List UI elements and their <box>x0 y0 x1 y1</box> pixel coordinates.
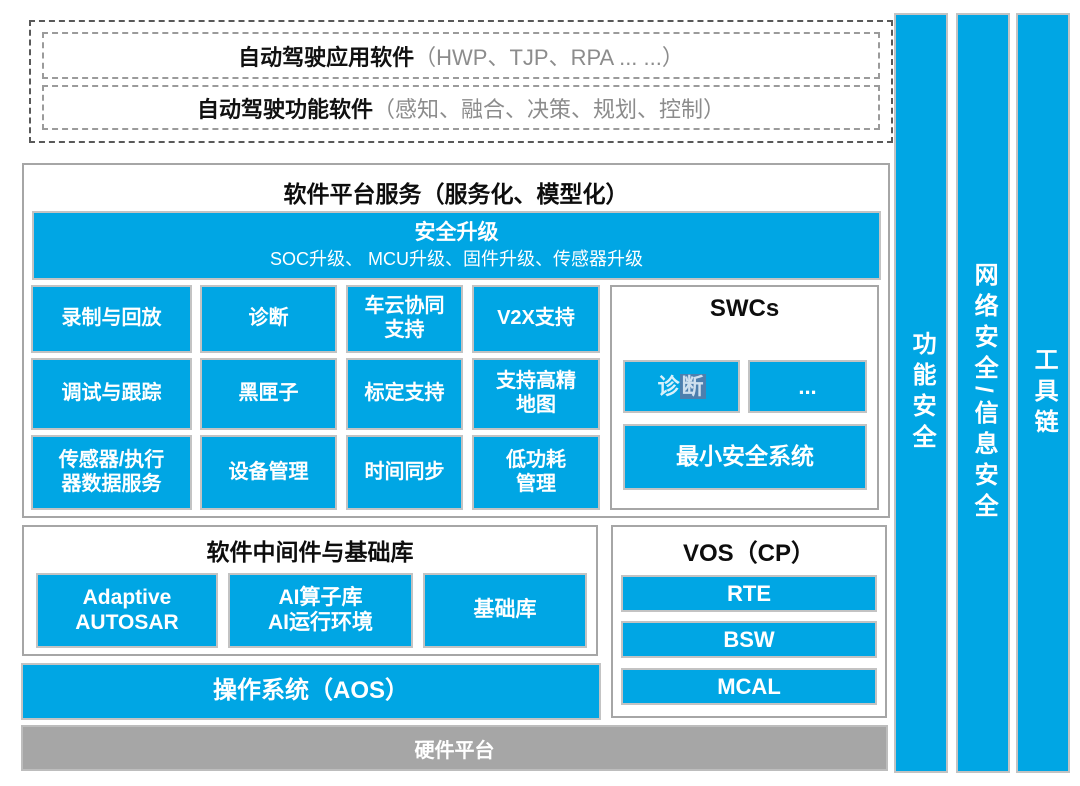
swc-diagnosis: 诊断 <box>623 360 740 413</box>
architecture-diagram: 自动驾驶应用软件（HWP、TJP、RPA ... ...） 自动驾驶功能软件（感… <box>0 0 1080 786</box>
vos-rte: RTE <box>621 575 877 612</box>
security-upgrade-subtitle: SOC升级、 MCU升级、固件升级、传感器升级 <box>270 249 643 270</box>
operating-system-aos-bar: 操作系统（AOS） <box>21 663 601 720</box>
toolchain-pillar: 工具链 <box>1016 13 1070 773</box>
vos-cp-box: VOS（CP） RTE BSW MCAL <box>611 525 887 718</box>
middleware-ai-operator-runtime: AI算子库 AI运行环境 <box>228 573 413 648</box>
service-low-power: 低功耗 管理 <box>472 435 600 510</box>
service-black-box: 黑匣子 <box>200 358 337 430</box>
service-v2x: V2X支持 <box>472 285 600 353</box>
security-upgrade-title: 安全升级 <box>415 221 499 246</box>
vos-cp-title: VOS（CP） <box>613 533 885 568</box>
swc-more: ... <box>748 360 867 413</box>
service-record-replay: 录制与回放 <box>31 285 192 353</box>
ad-function-software-box: 自动驾驶功能软件（感知、融合、决策、规划、控制） <box>42 85 880 130</box>
swc-diagnosis-char1: 诊 <box>657 374 679 400</box>
ad-function-software-detail: （感知、融合、决策、规划、控制） <box>373 92 725 124</box>
service-calibration: 标定支持 <box>346 358 463 430</box>
network-information-security-pillar: 网络安全/信息安全 <box>956 13 1010 773</box>
middleware-title: 软件中间件与基础库 <box>24 533 596 567</box>
swcs-box: SWCs 诊断 ... 最小安全系统 <box>610 285 879 510</box>
swc-min-safety-system: 最小安全系统 <box>623 424 867 490</box>
swc-diagnosis-char2: 断 <box>680 374 706 400</box>
security-upgrade-bar: 安全升级 SOC升级、 MCU升级、固件升级、传感器升级 <box>32 211 881 280</box>
service-debug-trace: 调试与跟踪 <box>31 358 192 430</box>
service-time-sync: 时间同步 <box>346 435 463 510</box>
vos-mcal: MCAL <box>621 668 877 705</box>
swcs-title: SWCs <box>612 295 877 323</box>
service-diagnosis: 诊断 <box>200 285 337 353</box>
middleware-adaptive-autosar: Adaptive AUTOSAR <box>36 573 218 648</box>
vos-bsw: BSW <box>621 621 877 658</box>
service-hd-map: 支持高精 地图 <box>472 358 600 430</box>
middleware-base-library: 基础库 <box>423 573 587 648</box>
ad-function-software-label: 自动驾驶功能软件 <box>197 92 373 124</box>
functional-safety-pillar: 功能安全 <box>894 13 948 773</box>
service-vehicle-cloud: 车云协同 支持 <box>346 285 463 353</box>
ad-application-software-box: 自动驾驶应用软件（HWP、TJP、RPA ... ...） <box>42 32 880 79</box>
hardware-platform-bar: 硬件平台 <box>21 725 888 771</box>
ad-application-software-detail: （HWP、TJP、RPA ... ...） <box>414 40 684 72</box>
software-platform-services-box: 软件平台服务（服务化、模型化） 安全升级 SOC升级、 MCU升级、固件升级、传… <box>22 163 890 518</box>
software-platform-services-title: 软件平台服务（服务化、模型化） <box>24 175 888 209</box>
service-device-management: 设备管理 <box>200 435 337 510</box>
autonomous-driving-layer-box: 自动驾驶应用软件（HWP、TJP、RPA ... ...） 自动驾驶功能软件（感… <box>29 20 893 143</box>
service-sensor-actuator: 传感器/执行 器数据服务 <box>31 435 192 510</box>
ad-application-software-label: 自动驾驶应用软件 <box>238 40 414 72</box>
middleware-box: 软件中间件与基础库 Adaptive AUTOSAR AI算子库 AI运行环境 … <box>22 525 598 656</box>
